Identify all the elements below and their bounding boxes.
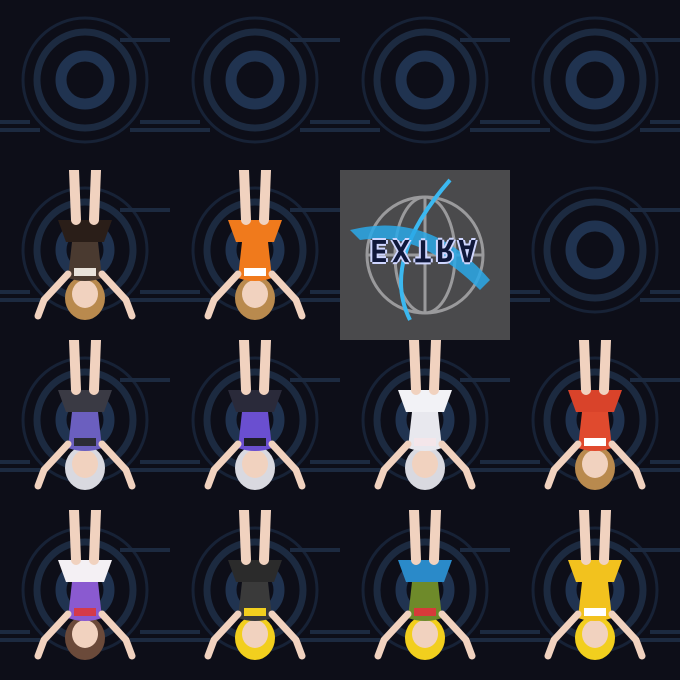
costume-tile[interactable] [340, 510, 510, 680]
character-figure-icon [204, 340, 306, 490]
character-figure-icon [374, 340, 476, 490]
ring-emblem-icon [170, 16, 340, 144]
locked-tile[interactable] [170, 0, 340, 170]
ring-emblem-icon [0, 16, 170, 144]
character-figure-icon [204, 510, 306, 660]
character-figure-icon [34, 170, 136, 320]
costume-tile[interactable] [510, 340, 680, 510]
extra-label: EXTRA [369, 232, 481, 267]
costume-tile[interactable] [170, 170, 340, 340]
costume-tile[interactable] [170, 340, 340, 510]
locked-tile[interactable] [510, 0, 680, 170]
locked-tile[interactable] [340, 0, 510, 170]
extra-slot[interactable]: EXTRA [340, 170, 510, 340]
character-figure-icon [204, 170, 306, 320]
character-figure-icon [544, 340, 646, 490]
costume-grid: EXTRA [0, 0, 680, 680]
locked-tile[interactable] [0, 0, 170, 170]
costume-tile[interactable] [0, 510, 170, 680]
locked-tile[interactable] [510, 170, 680, 340]
character-figure-icon [374, 510, 476, 660]
costume-tile[interactable] [340, 340, 510, 510]
character-figure-icon [544, 510, 646, 660]
costume-tile[interactable] [510, 510, 680, 680]
costume-tile[interactable] [170, 510, 340, 680]
costume-tile[interactable] [0, 340, 170, 510]
ring-emblem-icon [510, 16, 680, 144]
ring-emblem-icon [510, 186, 680, 314]
character-figure-icon [34, 510, 136, 660]
character-figure-icon [34, 340, 136, 490]
extra-tile[interactable]: EXTRA [340, 170, 510, 340]
ring-emblem-icon [340, 16, 510, 144]
costume-tile[interactable] [0, 170, 170, 340]
